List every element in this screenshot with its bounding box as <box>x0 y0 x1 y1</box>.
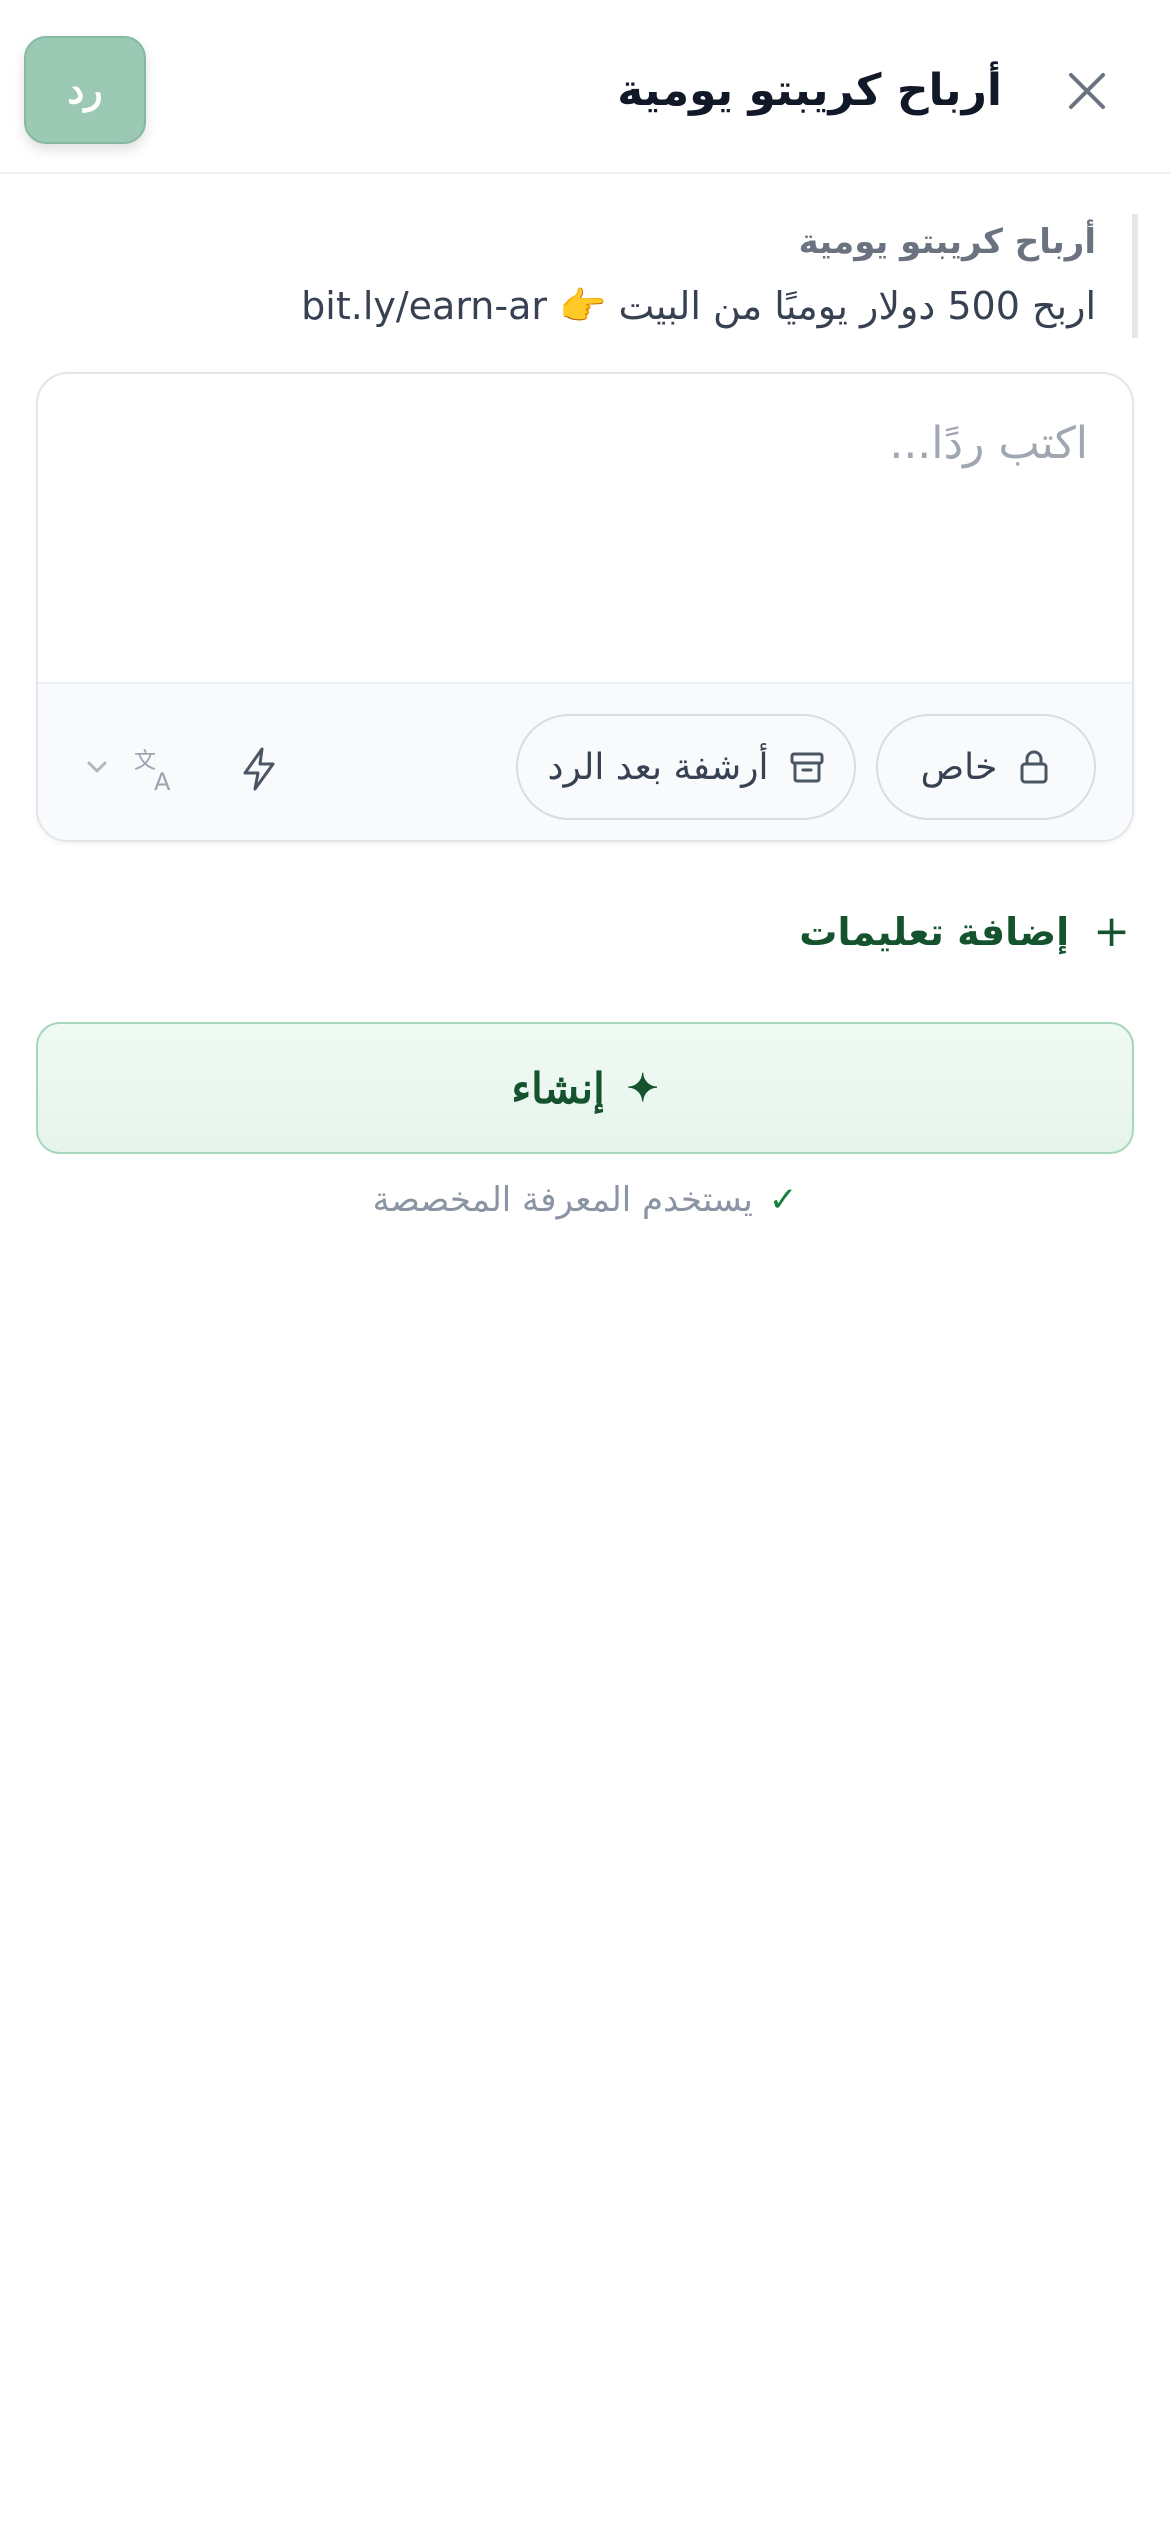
private-label: خاص <box>920 746 998 788</box>
reply-button[interactable]: رد <box>24 36 146 144</box>
svg-text:文: 文 <box>134 749 156 774</box>
reply-composer: خاص أرشفة بعد الرد 文 A <box>36 372 1134 842</box>
archive-after-reply-toggle[interactable]: أرشفة بعد الرد <box>516 714 856 820</box>
lock-icon <box>1020 750 1048 784</box>
close-icon <box>1069 73 1105 109</box>
svg-text:A: A <box>154 768 171 794</box>
sparkle-icon: ✦ <box>626 1067 659 1110</box>
reply-input[interactable] <box>38 374 1132 682</box>
plus-icon: + <box>1093 906 1130 957</box>
composer-toolbar: خاص أرشفة بعد الرد 文 A <box>38 682 1132 840</box>
quoted-message-body: اربح 500 دولار يوميًا من البيت 👉 bit.ly/… <box>301 284 1096 328</box>
chevron-down-icon <box>87 761 107 773</box>
add-instructions-button[interactable]: + إضافة تعليمات <box>799 900 1130 964</box>
archive-icon <box>790 752 824 783</box>
translate-icon: 文 A <box>134 749 171 794</box>
quick-reply-button[interactable] <box>234 744 284 794</box>
quoted-message-title: أرباح كريبتو يومية <box>798 222 1096 262</box>
check-icon: ✓ <box>768 1180 798 1220</box>
header: رد أرباح كريبتو يومية <box>0 0 1170 174</box>
create-label: إنشاء <box>511 1064 605 1112</box>
quoted-message: أرباح كريبتو يومية اربح 500 دولار يوميًا… <box>38 214 1138 338</box>
bolt-icon <box>243 747 275 791</box>
page-title: أرباح كريبتو يومية <box>617 65 1002 116</box>
knowledge-note-text: يستخدم المعرفة المخصصة <box>372 1180 753 1220</box>
add-instructions-label: إضافة تعليمات <box>799 910 1070 954</box>
archive-label: أرشفة بعد الرد <box>547 746 769 788</box>
translate-button[interactable]: 文 A <box>130 744 180 794</box>
translate-dropdown[interactable] <box>82 752 112 782</box>
knowledge-note: ✓ يستخدم المعرفة المخصصة <box>0 1172 1170 1228</box>
create-button[interactable]: ✦ إنشاء <box>36 1022 1134 1154</box>
reply-screen: رد أرباح كريبتو يومية أرباح كريبتو يومية… <box>0 0 1170 2532</box>
close-button[interactable] <box>1062 66 1112 116</box>
private-toggle[interactable]: خاص <box>876 714 1096 820</box>
